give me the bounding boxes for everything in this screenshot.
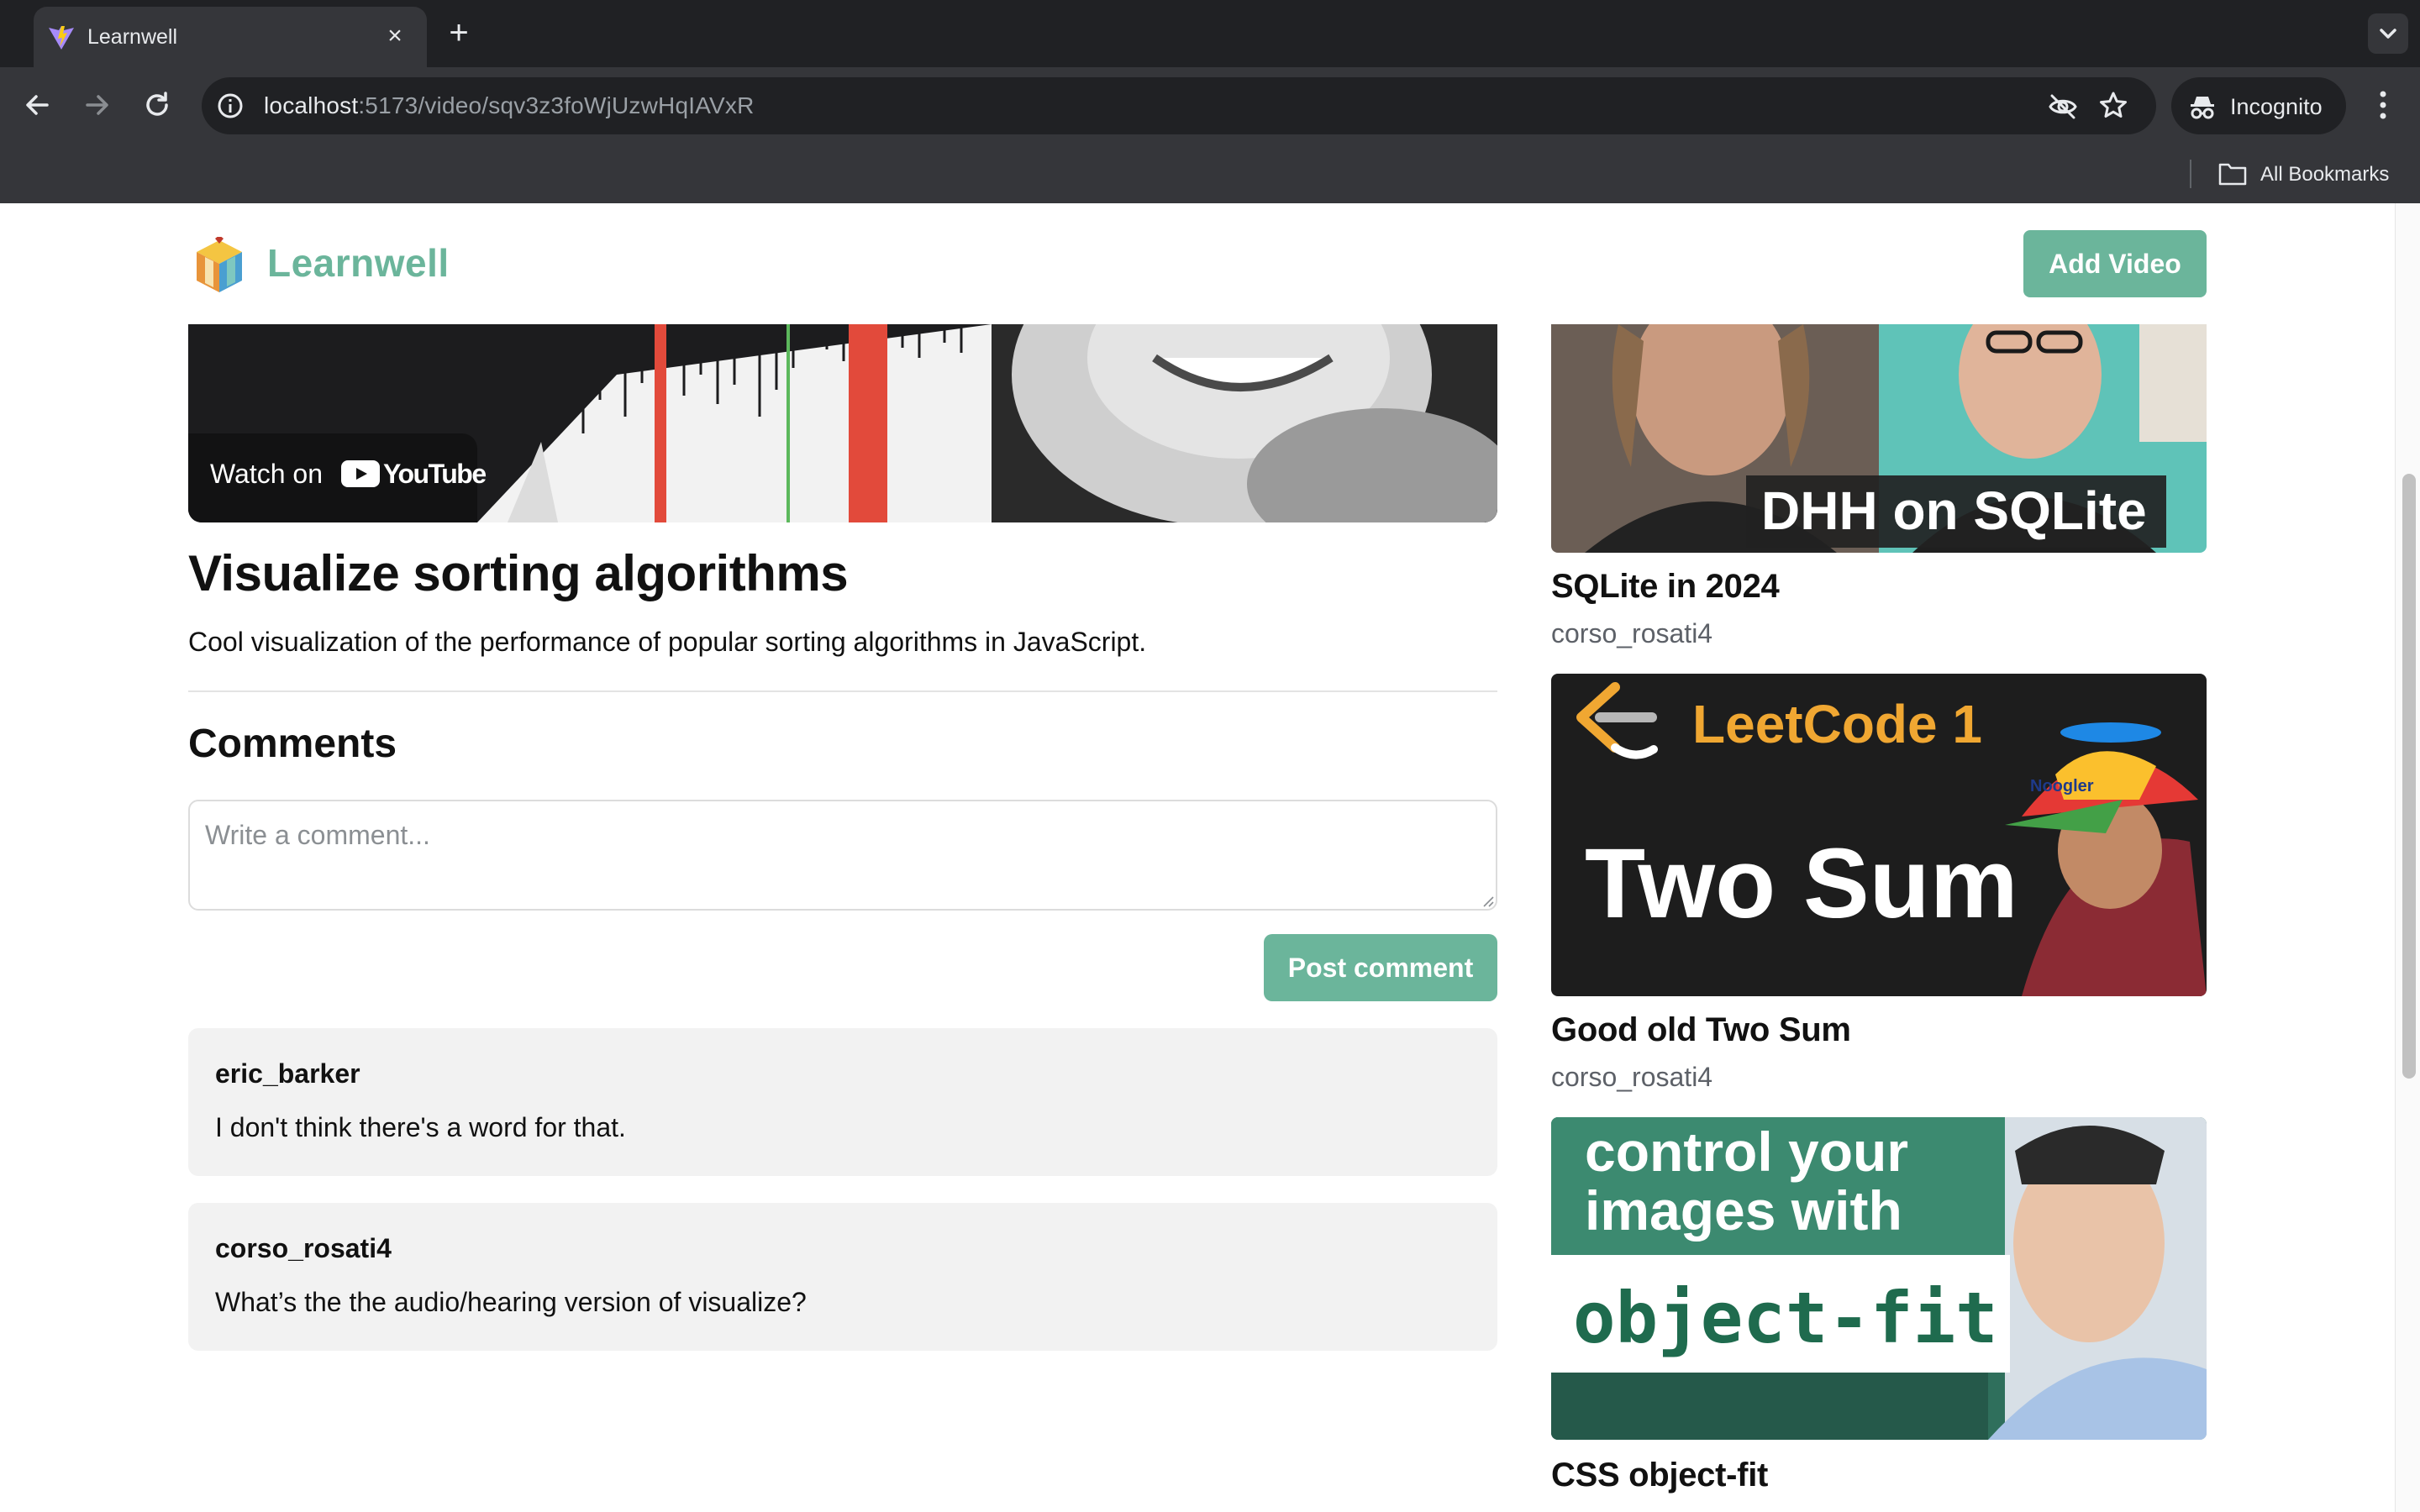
chevron-down-icon — [2380, 29, 2396, 39]
resize-handle-icon[interactable] — [1481, 894, 1494, 907]
related-video-author: corso_rosati4 — [1551, 1062, 1713, 1092]
eye-off-icon[interactable] — [2047, 91, 2079, 123]
browser-tab-active[interactable]: Learnwell × — [34, 7, 427, 67]
youtube-play-icon — [341, 460, 380, 487]
video-player[interactable]: Watch on YouTube — [188, 324, 1497, 522]
comment-input[interactable] — [188, 800, 1497, 911]
browser-tabstrip: Learnwell × + — [0, 0, 2420, 67]
url-path: :5173/video/sqv3z3foWjUzwHqIAVxR — [358, 92, 755, 118]
tab-search-button[interactable] — [2368, 13, 2408, 54]
add-video-button[interactable]: Add Video — [2023, 230, 2207, 297]
thumb-caption: LeetCode 1 — [1692, 694, 1982, 754]
related-video-thumbnail[interactable]: DHH on SQLite — [1551, 324, 2207, 553]
all-bookmarks-link[interactable]: All Bookmarks — [2260, 163, 2389, 186]
thumb-caption: DHH on SQLite — [1761, 480, 2147, 541]
url-host: localhost — [264, 92, 359, 118]
related-video-title[interactable]: Good old Two Sum — [1551, 1011, 1851, 1049]
comment-author[interactable]: corso_rosati4 — [215, 1233, 392, 1264]
comment-card: corso_rosati4 What’s the the audio/heari… — [188, 1203, 1497, 1351]
back-arrow-icon[interactable] — [18, 86, 57, 124]
video-title: Visualize sorting algorithms — [188, 545, 849, 601]
comment-text: I don't think there's a word for that. — [215, 1112, 626, 1142]
bookmarks-separator — [2190, 160, 2191, 188]
reload-icon[interactable] — [138, 86, 176, 124]
url-text: localhost:5173/video/sqv3z3foWjUzwHqIAVx… — [264, 92, 755, 119]
vite-favicon-icon — [49, 26, 74, 50]
video-description: Cool visualization of the performance of… — [188, 627, 1147, 657]
section-divider — [188, 690, 1497, 692]
tab-close-icon[interactable]: × — [380, 22, 410, 52]
site-info-icon[interactable] — [215, 91, 245, 121]
tab-title: Learnwell — [87, 25, 178, 49]
bookmarks-bar: All Bookmarks — [0, 143, 2420, 203]
related-video-author: corso_rosati4 — [1551, 618, 1713, 648]
page-viewport: Learnwell Add Video Watch on YouTube Vis… — [0, 203, 2420, 1512]
thumb-caption: object-fit — [1573, 1277, 1998, 1359]
related-video-thumbnail[interactable]: LeetCode 1 Two Sum Noogler — [1551, 674, 2207, 996]
objectfit-thumbnail-art: control your images with object-fit — [1551, 1117, 2207, 1440]
forward-arrow-icon[interactable] — [77, 86, 116, 124]
learnwell-logo-icon — [197, 237, 242, 292]
more-menu-icon[interactable] — [2366, 86, 2400, 124]
thumb-caption: control your — [1585, 1121, 1908, 1183]
scrollbar-thumb[interactable] — [2402, 474, 2416, 1079]
incognito-icon — [2191, 97, 2214, 119]
address-bar[interactable]: localhost:5173/video/sqv3z3foWjUzwHqIAVx… — [202, 77, 2156, 134]
incognito-label: Incognito — [2230, 94, 2323, 119]
sqlite-thumbnail-art: DHH on SQLite — [1551, 324, 2207, 553]
bookmark-star-icon[interactable] — [2097, 90, 2129, 122]
youtube-wordmark: YouTube — [383, 459, 487, 489]
post-comment-button[interactable]: Post comment — [1264, 934, 1497, 1001]
watch-on-youtube-button[interactable]: Watch on YouTube — [188, 433, 487, 522]
related-video-title[interactable]: CSS object-fit — [1551, 1457, 1768, 1494]
comments-heading: Comments — [188, 722, 397, 766]
brand-name[interactable]: Learnwell — [267, 240, 450, 286]
folder-icon — [2218, 163, 2247, 186]
thumb-caption: Two Sum — [1585, 828, 2018, 939]
thumb-caption: images with — [1585, 1179, 1902, 1242]
watch-on-label: Watch on — [210, 459, 323, 489]
new-tab-icon[interactable]: + — [440, 15, 477, 52]
comment-author[interactable]: eric_barker — [215, 1058, 360, 1089]
site-header: Learnwell Add Video — [0, 203, 2395, 324]
incognito-badge[interactable]: Incognito — [2171, 77, 2346, 134]
page-scrollbar[interactable] — [2395, 203, 2420, 1512]
related-video-thumbnail[interactable]: control your images with object-fit — [1551, 1117, 2207, 1440]
comment-card: eric_barker I don't think there's a word… — [188, 1028, 1497, 1176]
twosum-thumbnail-art: LeetCode 1 Two Sum Noogler — [1551, 674, 2207, 996]
browser-toolbar: localhost:5173/video/sqv3z3foWjUzwHqIAVx… — [0, 67, 2420, 143]
related-video-title[interactable]: SQLite in 2024 — [1551, 568, 1780, 606]
comment-text: What’s the the audio/hearing version of … — [215, 1287, 807, 1317]
cap-text: Noogler — [2030, 777, 2094, 795]
